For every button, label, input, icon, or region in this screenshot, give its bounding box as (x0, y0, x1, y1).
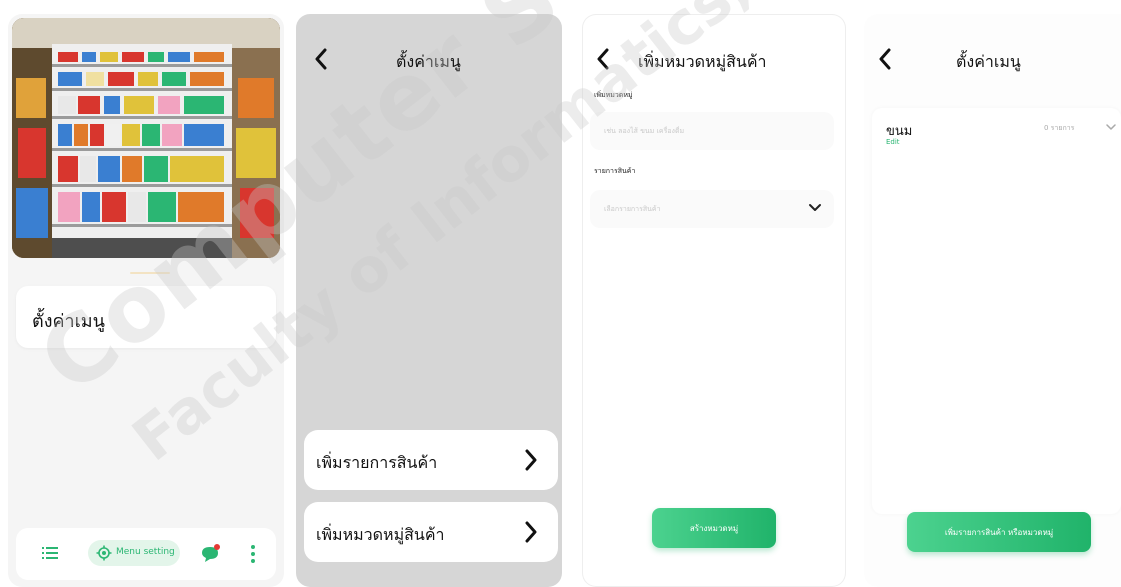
add-product-or-category-label: เพิ่มรายการสินค้า หรือหมวดหมู่ (944, 527, 1054, 537)
chevron-right-icon (525, 521, 537, 543)
screenshot-root: ตั้งค่าเมนู Menu setting ตั้งค่าเมนู เพิ… (0, 0, 1121, 587)
store-shelf-illustration (12, 18, 280, 258)
page-title: ตั้งค่าเมนู (396, 52, 461, 71)
add-product-label: เพิ่มรายการสินค้า (316, 453, 438, 472)
bottom-tab-bar: Menu setting (16, 528, 276, 580)
chevron-down-icon (809, 204, 821, 211)
add-product-button[interactable]: เพิ่มรายการสินค้า (304, 430, 558, 490)
category-name-label: เพิ่มหมวดหมู่ (594, 91, 633, 99)
products-select[interactable]: เลือกรายการสินค้า (590, 190, 834, 228)
create-category-button[interactable]: สร้างหมวดหมู่ (652, 508, 776, 548)
store-shelf-photo (12, 18, 280, 258)
sheet-handle[interactable] (130, 272, 170, 274)
menu-settings-screen: ตั้งค่าเมนู เพิ่มรายการสินค้า เพิ่มหมวดห… (296, 14, 562, 587)
gear-icon (96, 545, 112, 561)
home-screen: ตั้งค่าเมนู Menu setting (8, 14, 284, 587)
category-name-input[interactable]: เช่น ลองไส้ ขนม เครื่องดื่ม (590, 112, 834, 150)
chat-bubble-icon[interactable] (200, 544, 220, 564)
list-icon[interactable] (42, 546, 58, 560)
menu-settings-card[interactable]: ตั้งค่าเมนู (16, 286, 276, 348)
chevron-right-icon (525, 449, 537, 471)
add-category-label: เพิ่มหมวดหมู่สินค้า (316, 525, 445, 544)
chevron-down-icon[interactable] (1106, 124, 1116, 131)
products-label: รายการสินค้า (594, 167, 636, 175)
category-list-card: ขนม Edit 0 รายการ (872, 108, 1121, 514)
back-arrow-icon[interactable] (314, 48, 328, 70)
back-arrow-icon[interactable] (878, 48, 892, 70)
category-name-placeholder: เช่น ลองไส้ ขนม เครื่องดื่ม (604, 127, 685, 135)
menu-settings-label: ตั้งค่าเมนู (32, 311, 105, 332)
more-vertical-icon[interactable] (250, 544, 256, 564)
create-category-label: สร้างหมวดหมู่ (689, 523, 739, 533)
tab-menu-setting-label: Menu setting (116, 547, 175, 557)
page-title: เพิ่มหมวดหมู่สินค้า (638, 52, 767, 71)
products-placeholder: เลือกรายการสินค้า (604, 205, 661, 213)
menu-settings-list-screen: ตั้งค่าเมนู ขนม Edit 0 รายการ เพิ่มรายกา… (864, 14, 1121, 587)
back-arrow-icon[interactable] (596, 48, 610, 70)
add-product-or-category-button[interactable]: เพิ่มรายการสินค้า หรือหมวดหมู่ (907, 512, 1091, 552)
add-category-screen: เพิ่มหมวดหมู่สินค้า เพิ่มหมวดหมู่ เช่น ล… (582, 14, 846, 587)
add-category-button[interactable]: เพิ่มหมวดหมู่สินค้า (304, 502, 558, 562)
category-item-count: 0 รายการ (1044, 124, 1075, 132)
page-title: ตั้งค่าเมนู (956, 52, 1021, 71)
category-edit-link[interactable]: Edit (886, 138, 900, 146)
tab-menu-setting[interactable]: Menu setting (88, 540, 180, 566)
